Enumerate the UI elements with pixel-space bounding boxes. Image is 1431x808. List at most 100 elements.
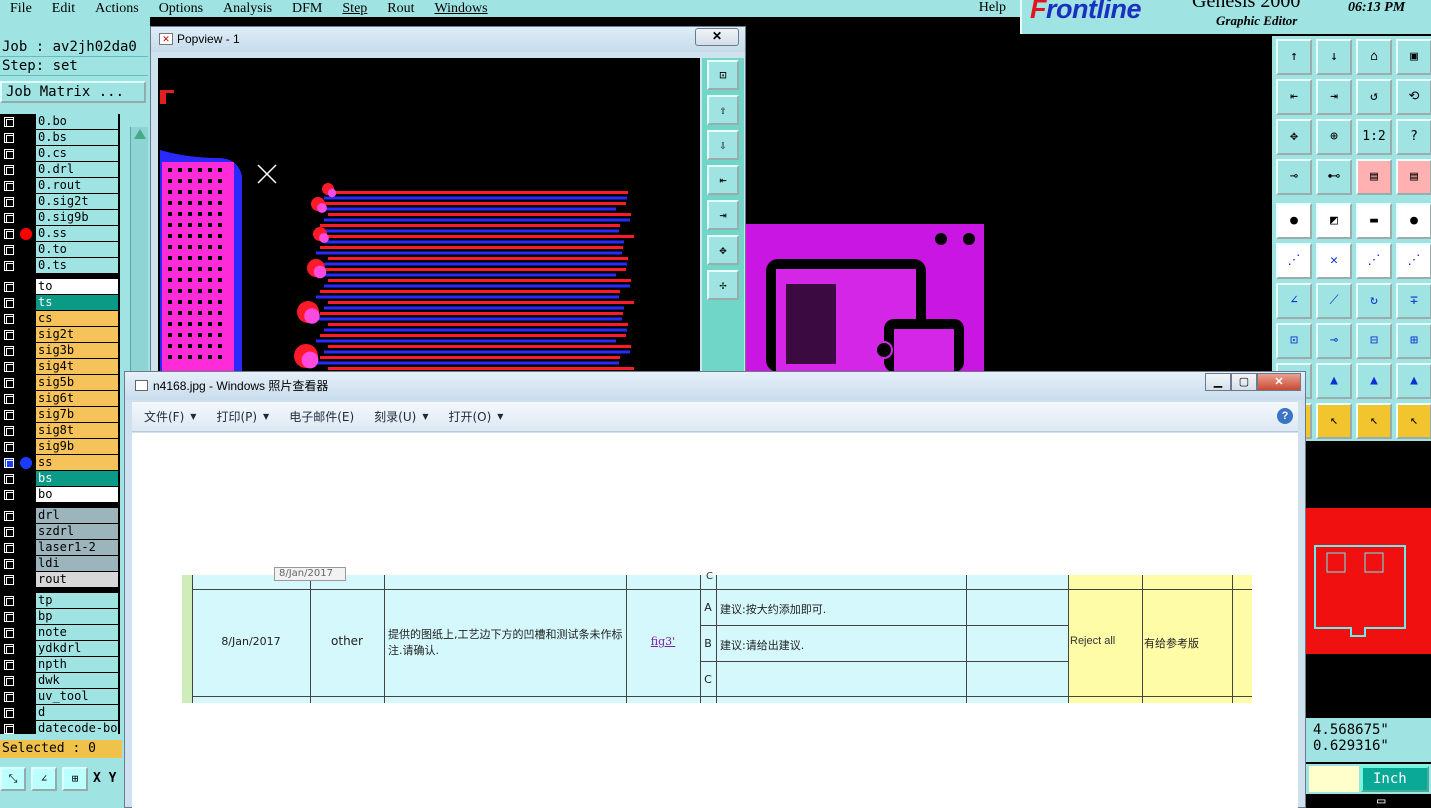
popview-tool-5-icon[interactable]: ✥ [707,235,739,265]
photo-viewer-titlebar[interactable]: n4168.jpg - Windows 照片查看器 [125,372,1305,400]
layer-checkbox[interactable] [4,133,14,143]
layer-checkbox[interactable] [4,660,14,670]
layer-name[interactable]: ss [36,455,118,470]
snap-red2-icon[interactable]: ▤ [1396,159,1431,195]
layer-checkbox[interactable] [4,458,14,468]
layer-checkbox[interactable] [4,378,14,388]
left-icon[interactable]: ⇤ [1276,79,1312,115]
layer-checkbox[interactable] [4,511,14,521]
minimize-button[interactable]: ▁ [1205,373,1231,391]
layer-name[interactable]: 0.to [36,242,118,257]
layer-name[interactable]: bs [36,471,118,486]
layer-checkbox[interactable] [4,245,14,255]
layer-checkbox[interactable] [4,362,14,372]
layer-row[interactable]: d [0,705,120,721]
menu-actions[interactable]: Actions [85,1,139,17]
layer-checkbox[interactable] [4,708,14,718]
menu-rout[interactable]: Rout [377,1,414,17]
layer-row[interactable]: sig3b [0,343,120,359]
menu-analysis[interactable]: Analysis [213,1,272,17]
snap-red-icon[interactable]: ▤ [1356,159,1392,195]
layer-name[interactable]: rout [36,572,118,587]
popview-tool-3-icon[interactable]: ⇤ [707,165,739,195]
help-icon[interactable]: ? [1396,119,1431,155]
layer-checkbox[interactable] [4,117,14,127]
layer-checkbox[interactable] [4,543,14,553]
layer-name[interactable]: uv_tool [36,689,118,704]
zoom-ratio-icon[interactable]: 1:2 [1356,119,1392,155]
layer-row[interactable]: 0.sig2t [0,194,120,210]
layer-row[interactable]: rout [0,572,120,588]
layer-name[interactable]: 0.ss [36,226,118,241]
layer-row[interactable]: drl [0,508,120,524]
layer-checkbox[interactable] [4,410,14,420]
layer-row[interactable]: 0.to [0,242,120,258]
layer-name[interactable]: ts [36,295,118,310]
layer-name[interactable]: 0.sig2t [36,194,118,209]
layer-row[interactable]: sig4t [0,359,120,375]
layer-name[interactable]: sig6t [36,391,118,406]
layer-row[interactable]: szdrl [0,524,120,540]
layer-row[interactable]: sig9b [0,439,120,455]
layer-name[interactable]: datecode-bo [36,721,118,736]
popview-tool-6-icon[interactable]: ✢ [707,270,739,300]
popview-close-button[interactable]: ✕ [695,28,739,46]
tri4-icon[interactable]: ▲ [1396,363,1431,399]
menu-options[interactable]: Options [149,1,203,17]
layer-checkbox[interactable] [4,165,14,175]
pointer4-icon[interactable]: ↖ [1396,403,1431,439]
layer-row[interactable]: ldi [0,556,120,572]
grid-snap-icon[interactable]: ⊞ [62,767,88,791]
layer-checkbox[interactable] [4,676,14,686]
layer-row[interactable]: to [0,279,120,295]
menu-windows[interactable]: Windows [425,1,488,17]
pointer2-icon[interactable]: ↖ [1316,403,1352,439]
center-icon[interactable]: ⊕ [1316,119,1352,155]
layer-checkbox[interactable] [4,181,14,191]
layer-checkbox[interactable] [4,490,14,500]
corner-icon[interactable]: ⊡ [1276,323,1312,359]
tri3-icon[interactable]: ▲ [1356,363,1392,399]
layer-row[interactable]: uv_tool [0,689,120,705]
popview-tool-1-icon[interactable]: ⇧ [707,95,739,125]
angle-tool-icon[interactable]: ∠ [31,767,57,791]
layer-checkbox[interactable] [4,197,14,207]
layer-row[interactable]: npth [0,657,120,673]
fit-icon[interactable]: ✥ [1276,119,1312,155]
layer-name[interactable]: 0.ts [36,258,118,273]
layer-name[interactable]: to [36,279,118,294]
layer-checkbox[interactable] [4,298,14,308]
layer-checkbox[interactable] [4,442,14,452]
layer-row[interactable]: sig5b [0,375,120,391]
help-icon[interactable]: ? [1277,408,1293,424]
up-icon[interactable]: ↑ [1276,39,1312,75]
layer-row[interactable]: note [0,625,120,641]
job-matrix-button[interactable]: Job Matrix ... [0,81,146,103]
layer-row[interactable]: bp [0,609,120,625]
layer-checkbox[interactable] [4,474,14,484]
close-button[interactable]: ✕ [1257,373,1301,391]
popview-tool-2-icon[interactable]: ⇩ [707,130,739,160]
layer-checkbox[interactable] [4,644,14,654]
menu-help[interactable]: Help [979,0,1006,16]
layer-checkbox[interactable] [4,330,14,340]
layer-row[interactable]: sig8t [0,423,120,439]
layer-row[interactable]: bo [0,487,120,503]
layer-checkbox[interactable] [4,426,14,436]
layer-name[interactable]: sig5b [36,375,118,390]
layer-checkbox[interactable] [4,261,14,271]
home-icon[interactable]: ⌂ [1356,39,1392,75]
line-icon[interactable]: ⊸ [1316,323,1352,359]
net-icon[interactable]: ⋰ [1276,243,1312,279]
menu-dfm[interactable]: DFM [282,1,322,17]
ff-icon[interactable]: ∓ [1396,283,1431,319]
layer-name[interactable]: sig8t [36,423,118,438]
layer-name[interactable]: cs [36,311,118,326]
figure-link[interactable]: fig3' [626,635,700,648]
unit-input[interactable] [1309,766,1359,792]
photo-menu-item[interactable]: 文件(F) ▼ [132,408,204,425]
layer-name[interactable]: note [36,625,118,640]
layer-name[interactable]: bp [36,609,118,624]
cross-icon[interactable]: ✕ [1316,243,1352,279]
layer-name[interactable]: ydkdrl [36,641,118,656]
